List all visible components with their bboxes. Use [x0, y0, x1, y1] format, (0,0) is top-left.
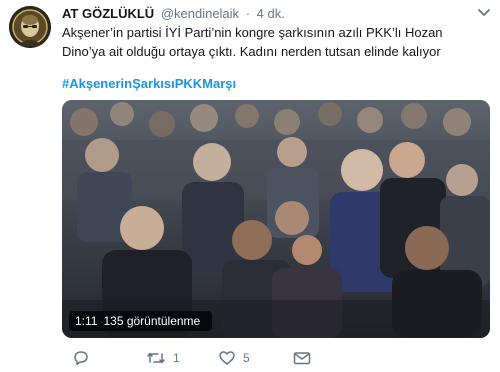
- tweet-card[interactable]: AT GÖZLÜKLÜ @kendinelaik · 4 dk. Akşener…: [0, 0, 500, 372]
- video-duration: 1:11: [75, 314, 98, 328]
- direct-message-button[interactable]: [292, 348, 312, 368]
- avatar[interactable]: [9, 6, 51, 48]
- reply-icon: [72, 349, 90, 367]
- display-name[interactable]: AT GÖZLÜKLÜ: [62, 6, 154, 21]
- reply-button[interactable]: [72, 348, 97, 368]
- envelope-icon: [292, 349, 312, 367]
- tweet-actions: 1 5: [62, 348, 482, 368]
- like-count: 5: [243, 351, 250, 365]
- timestamp[interactable]: 4 dk.: [257, 6, 285, 21]
- separator-dot: ·: [245, 6, 251, 21]
- chevron-down-icon[interactable]: [476, 4, 492, 20]
- retweet-button[interactable]: 1: [146, 348, 180, 368]
- tweet-header: AT GÖZLÜKLÜ @kendinelaik · 4 dk.: [62, 6, 285, 21]
- video-player[interactable]: 1:11 135 görüntülenme: [62, 100, 490, 338]
- video-frame: [62, 100, 490, 338]
- retweet-icon: [146, 349, 166, 367]
- retweet-count: 1: [173, 351, 180, 365]
- tweet-text: Akşener’in partisi İYİ Parti’nin kongre …: [62, 25, 443, 59]
- user-handle[interactable]: @kendinelaik: [161, 6, 239, 21]
- heart-icon: [218, 349, 236, 367]
- video-info-badge: 1:11 135 görüntülenme: [69, 311, 213, 331]
- hashtag-link[interactable]: #AkşenerinŞarkısıPKKMarşı: [62, 76, 236, 91]
- video-view-count: 135 görüntülenme: [103, 314, 201, 328]
- like-button[interactable]: 5: [218, 348, 250, 368]
